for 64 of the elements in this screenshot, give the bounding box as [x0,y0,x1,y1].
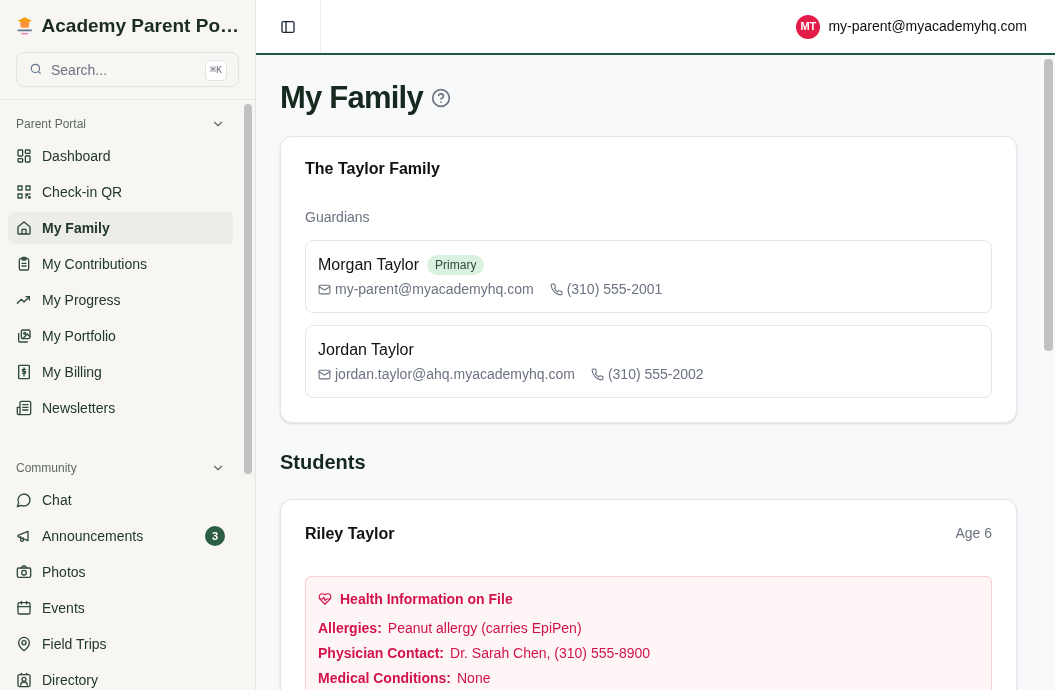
contact-card-icon [16,672,32,688]
field-value: None [457,668,491,688]
sidebar-item[interactable]: My Contributions [8,248,233,280]
sidebar-item[interactable]: Chat [8,484,233,516]
scrollbar[interactable] [1043,59,1053,351]
phone-text: (310) 555-2002 [607,364,704,384]
scrollbar[interactable] [244,104,252,474]
user-email: my-parent@myacademyhq.com [828,17,1027,36]
sidebar-item[interactable]: Field Trips [8,628,233,660]
grid-icon [16,148,32,164]
newspaper-icon [16,400,32,416]
page-title: My Family [280,79,423,117]
sidebar-item[interactable]: My Progress [8,284,233,316]
camera-icon [16,564,32,580]
image-stack-icon [16,328,32,344]
field-label: Allergies: [318,618,382,638]
sidebar-item[interactable]: Announcements 3 [8,520,233,552]
field-label: Medical Conditions: [318,668,451,688]
help-icon [430,88,451,109]
section-label[interactable]: Parent Portal [16,115,87,133]
app-title: Academy Parent Po… [41,13,239,38]
sidebar-item[interactable]: My Family [8,212,233,244]
student-name: Riley Taylor [305,523,395,544]
sidebar-item[interactable]: Events [8,592,233,624]
sidebar-item[interactable]: Directory [8,664,233,690]
user-avatar[interactable]: MT [796,14,821,39]
field-label: Physician Contact: [318,643,445,663]
status-badge: Primary [427,254,485,275]
field-value: Peanut allergy (carries EpiPen) [387,618,582,638]
mail-icon [318,367,331,381]
phone-text: (310) 555-2001 [566,279,663,299]
section-label: Guardians [305,207,371,227]
section-label[interactable]: Community [16,459,77,477]
card-title: The Taylor Family [305,158,441,179]
health-title: Health Information on File [340,589,513,609]
sidebar-item[interactable]: Newsletters [8,392,233,424]
mail-icon [318,282,331,296]
phone-icon [549,282,563,296]
heart-pulse-icon [318,592,332,606]
sidebar-toggle-icon [280,18,296,35]
email-text: my-parent@myacademyhq.com [335,279,534,299]
logo-icon [16,15,34,37]
count-badge: 3 [205,526,225,546]
dollar-receipt-icon [16,364,32,380]
phone-icon [590,367,604,381]
map-pin-icon [16,636,32,652]
megaphone-icon [16,528,32,544]
guardian-name: Morgan Taylor [318,254,420,275]
chat-bubble-icon [16,492,32,508]
sidebar-item[interactable]: My Portfolio [8,320,233,352]
home-icon [16,220,32,236]
search-icon [29,62,43,76]
sidebar-item[interactable]: Dashboard [8,140,233,172]
sidebar-item[interactable]: Check-in QR [8,176,233,208]
student-age: Age 6 [955,524,992,543]
calendar-icon [16,600,32,616]
sidebar-item[interactable]: Photos [8,556,233,588]
email-text: jordan.taylor@ahq.myacademyhq.com [335,364,575,384]
clipboard-icon [16,256,32,272]
sidebar-item[interactable]: My Billing [8,356,233,388]
qr-code-icon [16,184,32,200]
field-value: Dr. Sarah Chen, (310) 555-8900 [450,643,651,663]
section-heading: Students [280,449,367,475]
guardian-name: Jordan Taylor [318,339,414,360]
